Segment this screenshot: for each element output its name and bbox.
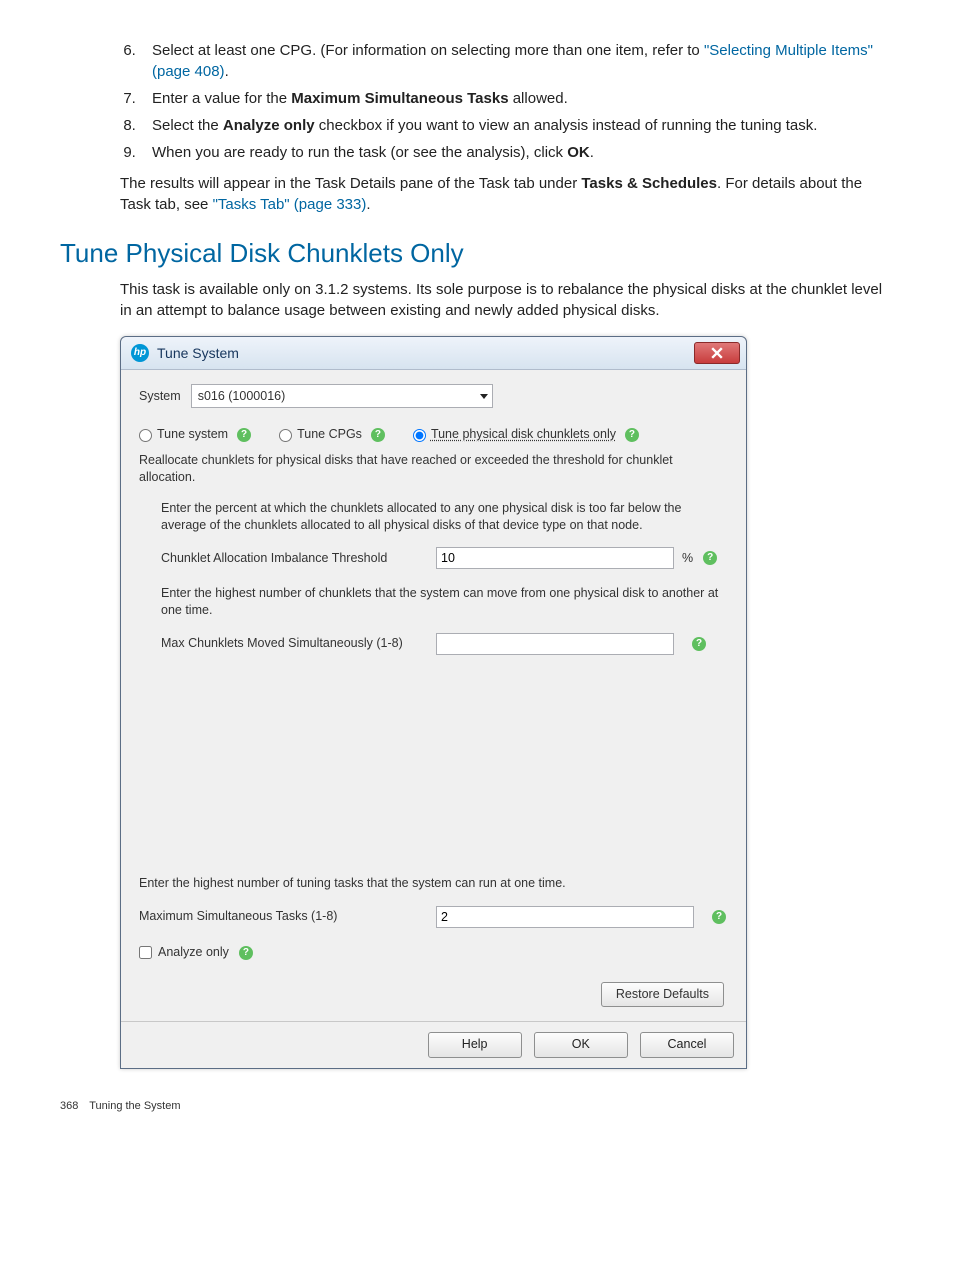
analyze-only-row[interactable]: Analyze only ? — [139, 944, 728, 962]
analyze-only-checkbox[interactable] — [139, 946, 152, 959]
maxchunk-row: Max Chunklets Moved Simultaneously (1-8)… — [161, 633, 728, 655]
pct-desc: Enter the percent at which the chunklets… — [161, 500, 728, 534]
system-label: System — [139, 388, 181, 406]
radio-tune-system[interactable]: Tune system ? — [139, 426, 251, 444]
threshold-label: Chunklet Allocation Imbalance Threshold — [161, 550, 436, 568]
system-row: System s016 (1000016) — [139, 384, 728, 408]
chevron-down-icon — [480, 394, 488, 399]
pct-sign: % — [682, 550, 693, 568]
help-icon[interactable]: ? — [237, 428, 251, 442]
maxchunk-desc: Enter the highest number of chunklets th… — [161, 585, 728, 619]
radio-tune-cpgs[interactable]: Tune CPGs ? — [279, 426, 385, 444]
help-icon[interactable]: ? — [712, 910, 726, 924]
tune-system-dialog: hp Tune System System s016 (1000016) — [120, 336, 747, 1068]
help-icon[interactable]: ? — [703, 551, 717, 565]
help-icon[interactable]: ? — [371, 428, 385, 442]
radio-group: Tune system ? Tune CPGs ? Tune physical … — [139, 426, 728, 444]
close-button[interactable] — [694, 342, 740, 364]
results-paragraph: The results will appear in the Task Deta… — [120, 173, 894, 215]
maxtasks-label: Maximum Simultaneous Tasks (1-8) — [139, 908, 436, 926]
help-icon[interactable]: ? — [692, 637, 706, 651]
cancel-button[interactable]: Cancel — [640, 1032, 734, 1058]
maxtasks-input[interactable] — [436, 906, 694, 928]
ok-button[interactable]: OK — [534, 1032, 628, 1058]
help-icon[interactable]: ? — [239, 946, 253, 960]
step-9: When you are ready to run the task (or s… — [140, 142, 894, 163]
system-combo[interactable]: s016 (1000016) — [191, 384, 493, 408]
realloc-desc: Reallocate chunklets for physical disks … — [139, 452, 728, 486]
close-icon — [711, 347, 723, 359]
maxchunk-input[interactable] — [436, 633, 674, 655]
footer-title: Tuning the System — [89, 1100, 180, 1112]
help-button[interactable]: Help — [428, 1032, 522, 1058]
step-6: Select at least one CPG. (For informatio… — [140, 40, 894, 82]
dialog-button-bar: Help OK Cancel — [121, 1021, 746, 1068]
restore-defaults-button[interactable]: Restore Defaults — [601, 982, 724, 1008]
dialog-titlebar: hp Tune System — [121, 337, 746, 370]
help-icon[interactable]: ? — [625, 428, 639, 442]
link-tasks-tab[interactable]: "Tasks Tab" (page 333) — [213, 196, 367, 213]
step-7: Enter a value for the Maximum Simultaneo… — [140, 88, 894, 109]
threshold-input[interactable] — [436, 547, 674, 569]
system-combo-value: s016 (1000016) — [198, 388, 286, 406]
maxtasks-desc: Enter the highest number of tuning tasks… — [139, 875, 728, 892]
step-8: Select the Analyze only checkbox if you … — [140, 115, 894, 136]
document-body: Select at least one CPG. (For informatio… — [60, 40, 894, 1114]
maxtasks-row: Maximum Simultaneous Tasks (1-8) ? — [139, 906, 728, 928]
section-heading: Tune Physical Disk Chunklets Only — [60, 235, 894, 271]
section-intro: This task is available only on 3.1.2 sys… — [120, 279, 894, 321]
dialog-title: Tune System — [157, 344, 239, 364]
page-footer: 368 Tuning the System — [60, 1099, 894, 1114]
threshold-row: Chunklet Allocation Imbalance Threshold … — [161, 547, 728, 569]
hp-icon: hp — [131, 344, 149, 362]
radio-tune-chunklets[interactable]: Tune physical disk chunklets only ? — [413, 426, 639, 444]
maxchunk-label: Max Chunklets Moved Simultaneously (1-8) — [161, 635, 436, 653]
instruction-list: Select at least one CPG. (For informatio… — [60, 40, 894, 163]
page-number: 368 — [60, 1100, 78, 1112]
